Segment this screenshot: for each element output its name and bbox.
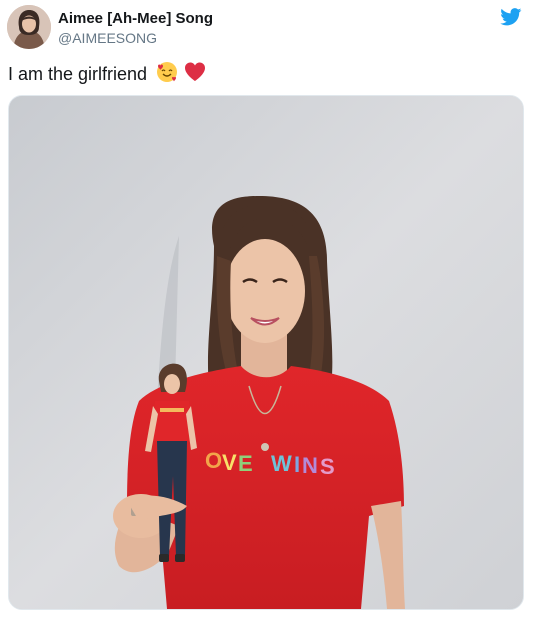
svg-text:W: W bbox=[271, 451, 292, 476]
user-names: Aimee [Ah-Mee] Song @AIMEESONG bbox=[58, 10, 213, 47]
tweet-photo[interactable]: O V E W I N S bbox=[8, 95, 524, 610]
avatar[interactable] bbox=[7, 5, 51, 49]
svg-text:E: E bbox=[238, 451, 253, 476]
display-name[interactable]: Aimee [Ah-Mee] Song bbox=[58, 10, 213, 28]
svg-text:S: S bbox=[320, 454, 335, 479]
user-handle[interactable]: @AIMEESONG bbox=[58, 29, 213, 47]
smiling-face-with-hearts-icon bbox=[156, 61, 178, 89]
tweet-text: I am the girlfriend bbox=[8, 61, 206, 89]
svg-text:N: N bbox=[302, 453, 318, 478]
red-heart-icon bbox=[184, 61, 206, 89]
svg-text:V: V bbox=[222, 450, 237, 475]
tweet-text-content: I am the girlfriend bbox=[8, 63, 148, 84]
svg-text:I: I bbox=[294, 452, 300, 477]
twitter-bird-icon[interactable] bbox=[500, 8, 522, 26]
tweet-card: Aimee [Ah-Mee] Song @AIMEESONG I am the … bbox=[0, 0, 534, 619]
svg-text:O: O bbox=[205, 448, 222, 473]
